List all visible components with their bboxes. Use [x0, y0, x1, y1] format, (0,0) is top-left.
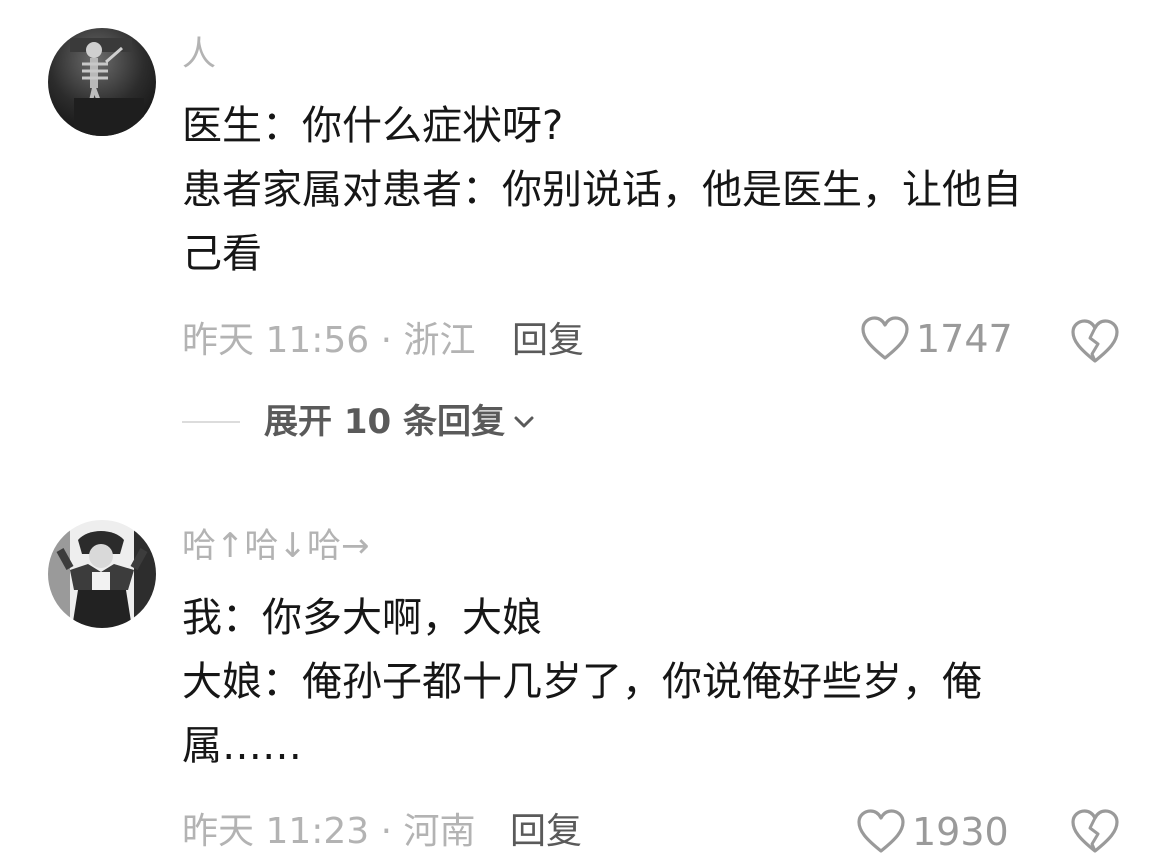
comment-text-line: 己看	[182, 231, 262, 277]
username[interactable]: 人	[182, 34, 216, 74]
avatar[interactable]	[48, 28, 156, 136]
comment-text: 我：你多大啊，大娘 大娘：俺孙子都十几岁了，你说俺好些岁，俺 属……	[182, 586, 1122, 778]
comment-item: 人 医生：你什么症状呀? 患者家属对患者：你别说话，他是医生，让他自 己看 昨天…	[0, 0, 1170, 480]
divider	[182, 421, 240, 423]
avatar-skeleton-image	[48, 28, 156, 136]
avatar-anime-character-image	[48, 520, 156, 628]
like-count: 1930	[912, 810, 1009, 854]
reply-button[interactable]: 回复	[512, 319, 584, 363]
like-count: 1747	[916, 317, 1013, 361]
heart-icon	[857, 809, 905, 853]
comment-text-line: 属……	[182, 723, 302, 769]
expand-replies-button[interactable]: 展开 10 条回复	[264, 398, 537, 446]
comment-text-line: 患者家属对患者：你别说话，他是医生，让他自	[182, 167, 1022, 213]
comment-text-line: 我：你多大啊，大娘	[182, 595, 542, 641]
like-button[interactable]: 1930	[856, 808, 1009, 856]
comment-time-location: 昨天 11:56 · 浙江	[182, 320, 476, 361]
comment-time-location: 昨天 11:23 · 河南	[182, 811, 476, 852]
like-button[interactable]: 1747	[860, 315, 1013, 363]
avatar[interactable]	[48, 520, 156, 628]
heart-icon	[861, 316, 909, 360]
broken-heart-icon[interactable]	[1070, 318, 1120, 366]
username[interactable]: 哈↑哈↓哈→	[182, 526, 369, 566]
comment-text: 医生：你什么症状呀? 患者家属对患者：你别说话，他是医生，让他自 己看	[182, 94, 1122, 286]
reply-button[interactable]: 回复	[510, 810, 582, 854]
broken-heart-icon[interactable]	[1070, 808, 1120, 856]
comment-text-line: 医生：你什么症状呀?	[182, 103, 564, 149]
expand-replies-label: 展开 10 条回复	[264, 402, 505, 442]
comment-item: 哈↑哈↓哈→ 我：你多大啊，大娘 大娘：俺孙子都十几岁了，你说俺好些岁，俺 属……	[0, 490, 1170, 868]
expand-replies-row: 展开 10 条回复	[182, 398, 537, 446]
comment-text-line: 大娘：俺孙子都十几岁了，你说俺好些岁，俺	[182, 659, 982, 705]
chevron-down-icon	[514, 416, 534, 428]
